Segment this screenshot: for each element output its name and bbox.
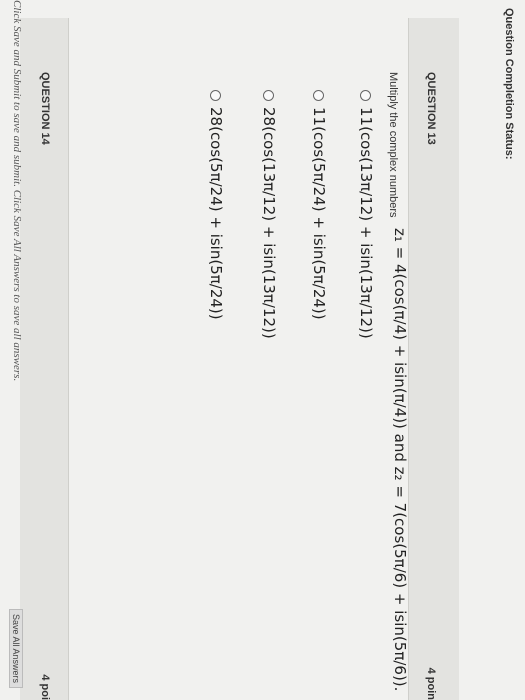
question-13-math: z₁ = 4(cos(π/4) + isin(π/4)) and z₂ = 7(… (391, 228, 409, 692)
radio-button[interactable] (360, 90, 372, 101)
answer-option-2-text: 11(cos(5π/24) + isin(5π/24)) (310, 107, 328, 320)
question-14-title: QUESTION 14 (39, 72, 51, 145)
answer-option-1-text: 11(cos(13π/12) + isin(13π/12)) (357, 107, 375, 339)
question-14-points: 4 poi (39, 674, 51, 700)
answer-option-4[interactable]: 28(cos(5π/24) + isin(5π/24)) (207, 90, 225, 320)
radio-button[interactable] (313, 90, 325, 101)
answer-option-3[interactable]: 28(cos(13π/12) + isin(13π/12)) (260, 90, 278, 339)
submit-instructions: Click Save and Submit to save and submit… (11, 0, 23, 382)
page-content: Question Completion Status: QUESTION 13 … (0, 0, 525, 700)
answer-option-4-text: 28(cos(5π/24) + isin(5π/24)) (207, 107, 225, 320)
question-13-prompt: Multiply the complex numbers (387, 72, 399, 218)
question-completion-status: Question Completion Status: (503, 8, 515, 160)
radio-button[interactable] (210, 90, 222, 101)
save-all-answers-button[interactable]: Save All Answers (9, 608, 23, 688)
radio-button[interactable] (263, 90, 275, 101)
question-13-points: 4 poin (425, 667, 437, 700)
answer-option-2[interactable]: 11(cos(5π/24) + isin(5π/24)) (310, 90, 328, 320)
answer-option-3-text: 28(cos(13π/12) + isin(13π/12)) (260, 107, 278, 339)
question-13-title: QUESTION 13 (425, 72, 437, 145)
answer-option-1[interactable]: 11(cos(13π/12) + isin(13π/12)) (357, 90, 375, 339)
